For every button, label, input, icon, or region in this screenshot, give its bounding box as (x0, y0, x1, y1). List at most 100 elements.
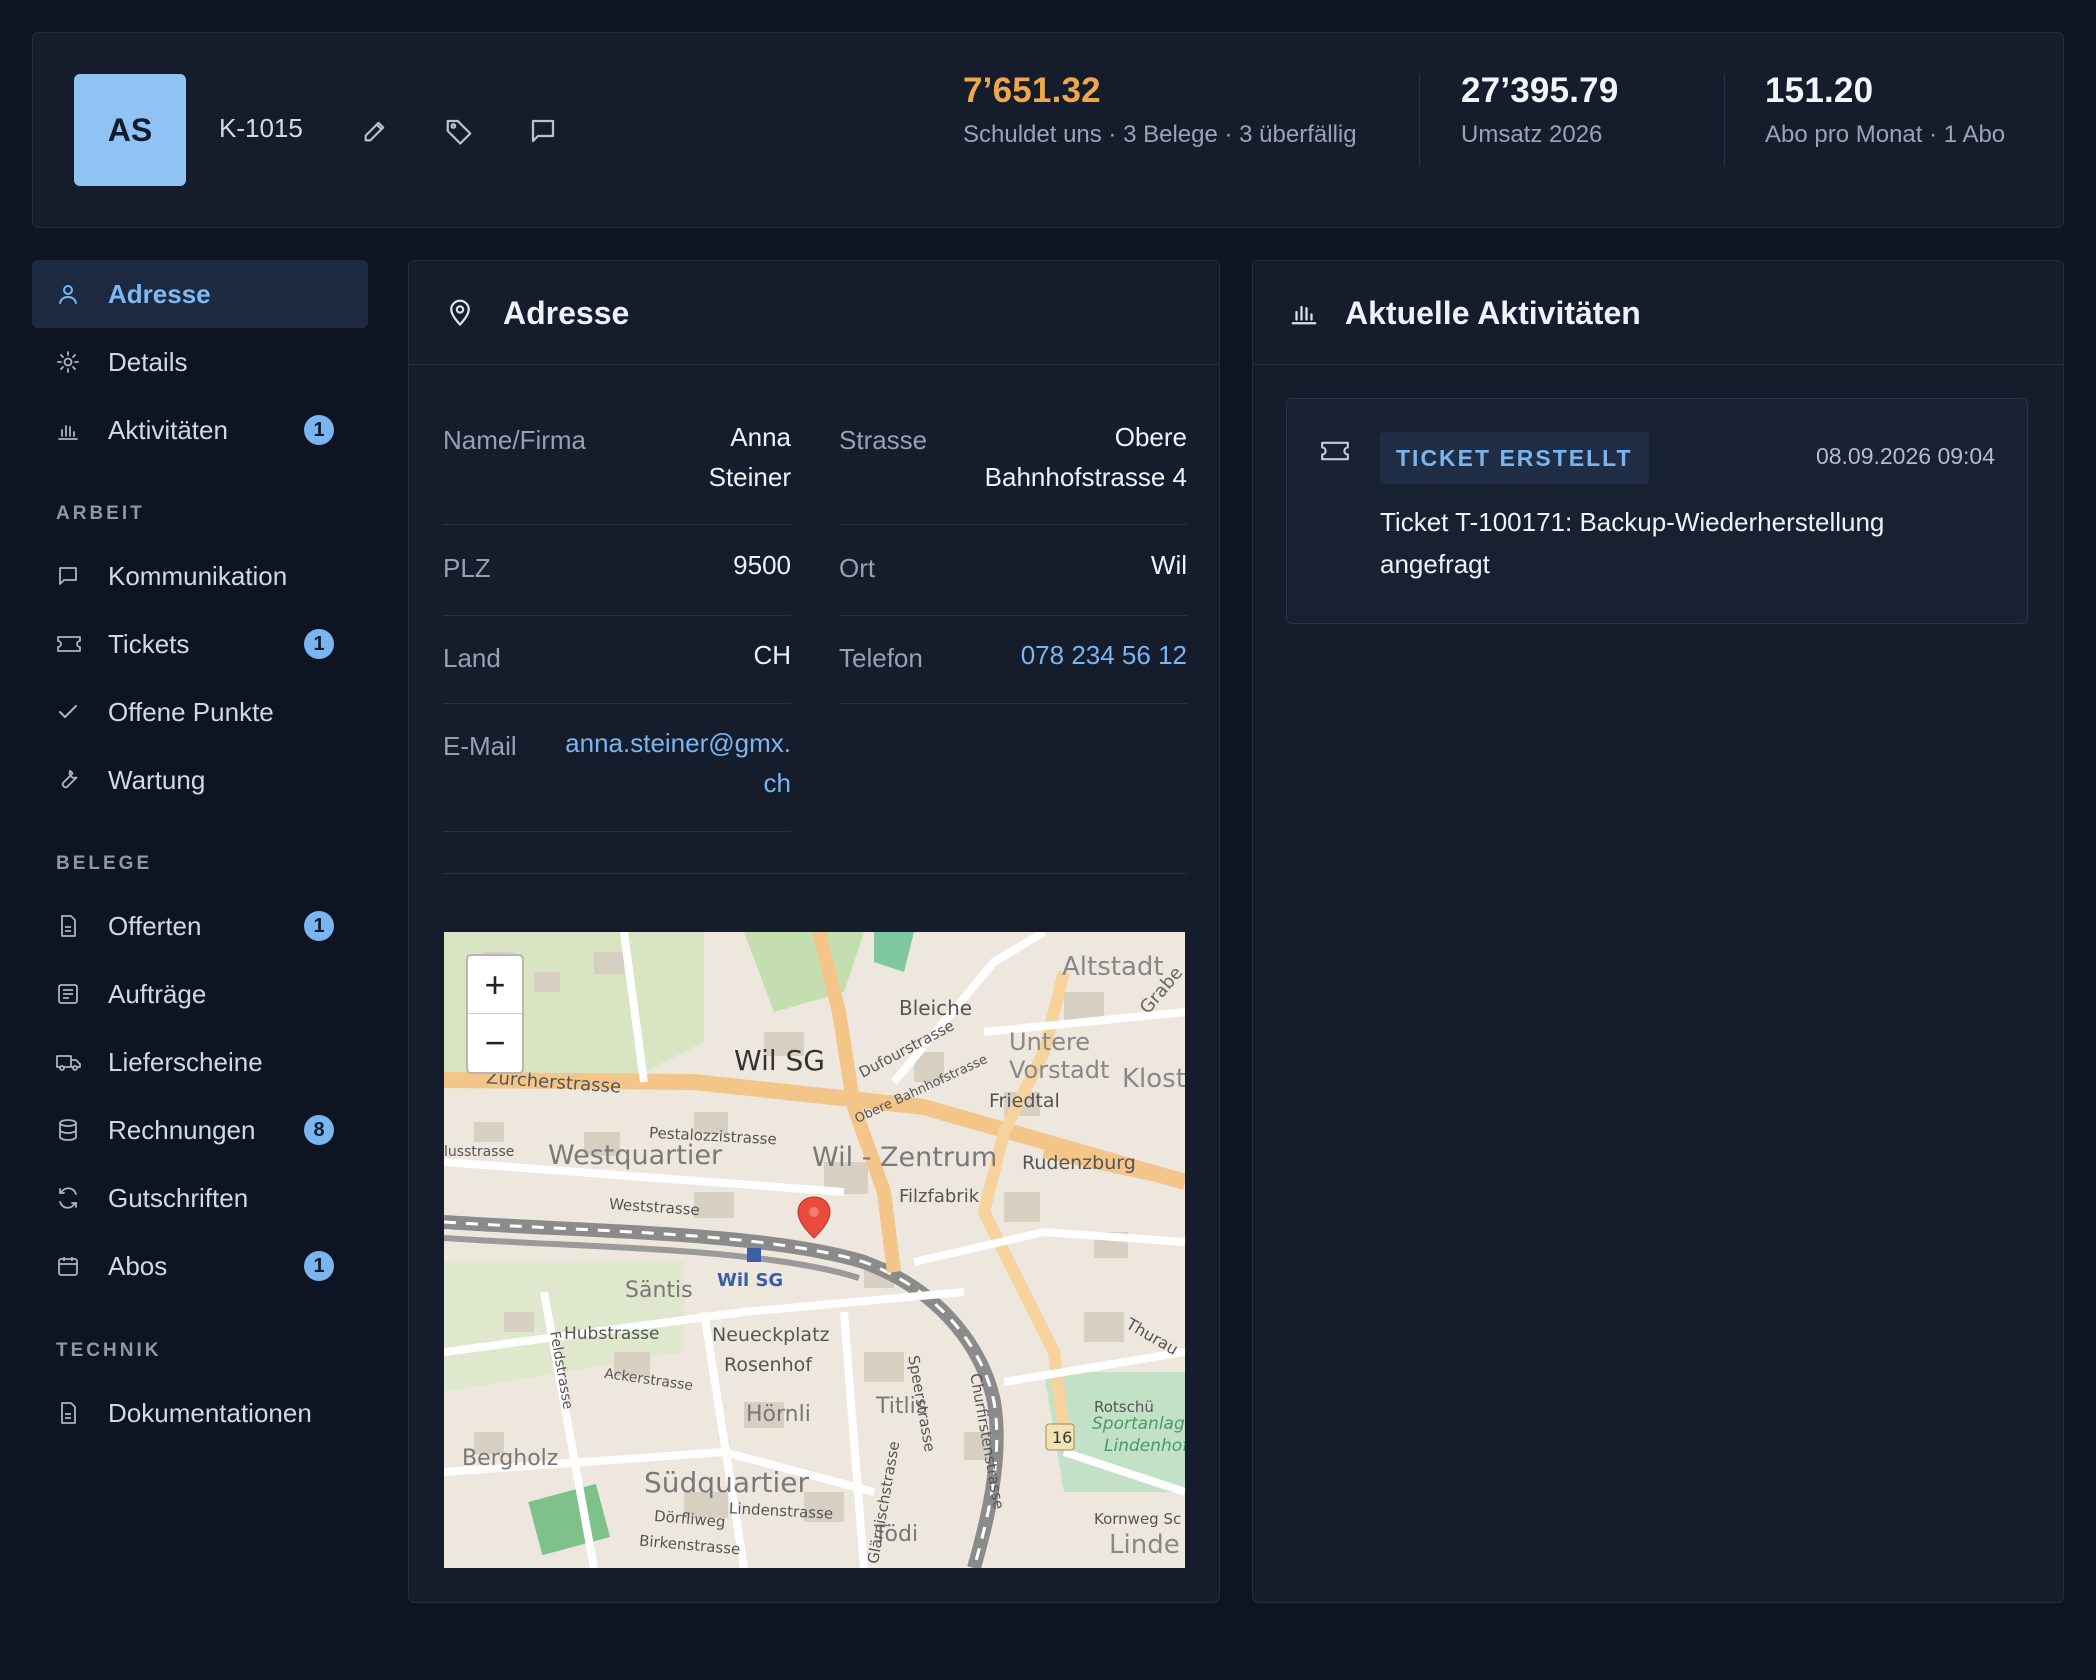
ticket-icon (56, 632, 81, 656)
zoom-in-button[interactable]: + (468, 956, 522, 1014)
map-label: Thurau (1123, 1314, 1182, 1359)
divider (839, 524, 1187, 525)
sidebar-item-label: Offerten (108, 910, 202, 941)
divider (443, 873, 1187, 874)
divider (839, 703, 1187, 704)
list-icon (56, 982, 80, 1006)
map-label: Sportanlag (1092, 1414, 1185, 1434)
divider (1724, 75, 1725, 165)
stat-debt-value: 7’651.32 (963, 71, 1101, 110)
city-label: Ort (839, 553, 876, 583)
location-map[interactable]: Altstadt Grabe Bleiche Wil SG Untere Vor… (444, 932, 1185, 1568)
stat-subscription: 151.20 Abo pro Monat · 1 Abo (1765, 71, 2005, 149)
sidebar-item-dokumentationen[interactable]: Dokumentationen (32, 1379, 368, 1447)
sidebar-item-offerten[interactable]: Offerten 1 (32, 892, 368, 960)
street-value: Obere Bahnhofstrasse 4 (984, 422, 1187, 492)
divider (443, 615, 791, 616)
count-badge: 1 (304, 629, 334, 659)
zip-label: PLZ (443, 553, 491, 583)
sidebar-item-label: Kommunikation (108, 560, 288, 591)
calendar-icon (56, 1254, 80, 1278)
activity-text: Ticket T-100171: Backup-Wiederherstellun… (1380, 507, 1885, 579)
sidebar-item-tickets[interactable]: Tickets 1 (32, 610, 368, 678)
sidebar-item-wartung[interactable]: Wartung (32, 746, 368, 814)
map-label: 16 (1052, 1428, 1073, 1447)
section-title-belege: BELEGE (56, 853, 153, 874)
map-label: Säntis (625, 1278, 693, 1303)
customer-id: K-1015 (219, 113, 303, 143)
map-label: Dörfliweg (653, 1506, 727, 1532)
sidebar-item-label: Wartung (108, 764, 206, 795)
map-label: Hörnli (746, 1402, 811, 1427)
zoom-out-button[interactable]: − (468, 1014, 522, 1072)
email-link[interactable]: anna.steiner@gmx. ch (565, 723, 791, 803)
map-label: Lindenhof (1104, 1436, 1185, 1456)
section-title-technik: TECHNIK (56, 1340, 162, 1361)
divider (443, 524, 791, 525)
sidebar-item-gutschriften[interactable]: Gutschriften (32, 1164, 368, 1232)
email-label: E-Mail (443, 731, 517, 761)
map-label: Churfirstenstrasse (966, 1372, 1008, 1511)
map-label: Rosenhof (724, 1354, 812, 1376)
check-icon (56, 700, 80, 724)
map-label: Birkenstrasse (638, 1531, 742, 1559)
count-badge: 1 (304, 1251, 334, 1281)
sidebar-item-kommunikation[interactable]: Kommunikation (32, 542, 368, 610)
map-label: Linde (1109, 1530, 1180, 1560)
phone-link[interactable]: 078 234 56 12 (1021, 635, 1187, 675)
truck-icon (56, 1050, 81, 1074)
sidebar-item-adresse[interactable]: Adresse (32, 260, 368, 328)
sidebar-item-abos[interactable]: Abos 1 (32, 1232, 368, 1300)
count-badge: 8 (304, 1115, 334, 1145)
sidebar-item-label: Adresse (108, 278, 211, 309)
sidebar-item-rechnungen[interactable]: Rechnungen 8 (32, 1096, 368, 1164)
map-label: lusstrasse (444, 1144, 515, 1160)
stat-debt: 7’651.32 Schuldet uns · 3 Belege · 3 übe… (963, 71, 1357, 149)
chat-icon (56, 564, 80, 588)
chart-icon (56, 418, 80, 442)
map-label: Filzfabrik (899, 1186, 980, 1207)
sidebar-item-auftraege[interactable]: Aufträge (32, 960, 368, 1028)
sidebar-item-label: Abos (108, 1250, 168, 1281)
stat-revenue: 27’395.79 Umsatz 2026 (1461, 71, 1619, 149)
phone-label: Telefon (839, 643, 923, 673)
comment-icon[interactable] (523, 111, 563, 151)
user-icon (56, 282, 80, 306)
map-label: Kornweg Sc (1094, 1510, 1182, 1528)
map-label: Weststrasse (608, 1194, 701, 1220)
ticket-icon (1319, 437, 1353, 467)
gear-icon (56, 350, 80, 374)
divider (443, 703, 791, 704)
sidebar-item-label: Dokumentationen (108, 1397, 312, 1428)
map-label: Westquartier (548, 1140, 723, 1171)
sidebar-item-aktivitaeten[interactable]: Aktivitäten 1 (32, 396, 368, 464)
panel-header: Aktuelle Aktivitäten (1253, 261, 2063, 365)
map-label: Wil - Zentrum (812, 1142, 998, 1173)
location-pin-icon (445, 297, 475, 327)
street-label: Strasse (839, 425, 928, 455)
activity-item[interactable]: TICKET ERSTELLT 08.09.2026 09:04 Ticket … (1286, 398, 2028, 624)
sidebar-item-label: Details (108, 346, 188, 377)
sidebar-item-label: Tickets (108, 628, 190, 659)
map-label: Südquartier (644, 1466, 809, 1499)
sidebar-item-label: Gutschriften (108, 1182, 249, 1213)
name-value: Anna Steiner (708, 422, 791, 492)
database-icon (56, 1118, 80, 1142)
map-label: Rudenzburg (1022, 1152, 1136, 1174)
panel-title: Adresse (503, 295, 630, 331)
sidebar-item-label: Aufträge (108, 978, 207, 1009)
divider (839, 615, 1187, 616)
tag-icon[interactable] (439, 111, 479, 151)
sidebar-item-lieferscheine[interactable]: Lieferscheine (32, 1028, 368, 1096)
activity-tag: TICKET ERSTELLT (1380, 432, 1649, 484)
sidebar-item-offene-punkte[interactable]: Offene Punkte (32, 678, 368, 746)
map-label: Lindenstrasse (728, 1499, 834, 1523)
edit-icon[interactable] (355, 111, 395, 151)
stat-revenue-label: Umsatz 2026 (1461, 121, 1603, 148)
map-label: Neueckplatz (712, 1324, 830, 1346)
map-label: Bergholz (462, 1446, 559, 1471)
map-label: Wil SG (717, 1270, 784, 1291)
city-value: Wil (1150, 550, 1187, 580)
sidebar-item-details[interactable]: Details (32, 328, 368, 396)
map-label: Klost (1122, 1064, 1185, 1094)
